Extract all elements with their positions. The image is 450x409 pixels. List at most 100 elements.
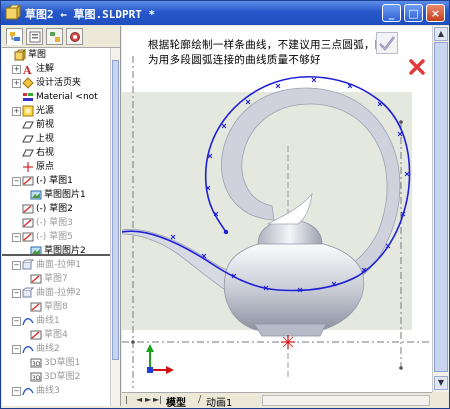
design-binder-icon (22, 77, 34, 89)
feature-tree-item[interactable]: − (-) 草图1 (2, 174, 110, 188)
part-document-icon (5, 5, 21, 21)
feature-tree-item[interactable]: 草图图片1 (2, 188, 110, 202)
feature-tree-item[interactable]: 草图4 (2, 328, 110, 342)
sketch-3d-icon: 3D (30, 372, 42, 382)
scrollbar-corner (432, 392, 449, 408)
graphics-vertical-scrollbar[interactable]: ▲ ▼ (432, 26, 449, 392)
collapse-icon[interactable]: − (12, 387, 21, 396)
sketch-scene (122, 56, 432, 388)
first-tab-button[interactable]: |◄ (125, 395, 133, 408)
feature-tree-item[interactable]: Material <not (2, 90, 110, 104)
origin-marker (281, 335, 295, 349)
sketch-point (131, 340, 135, 344)
spline-endpoint[interactable] (223, 229, 229, 235)
feature-tree-label: (-) 草图3 (36, 218, 73, 228)
feature-manager-panel: 草图 + A 注解 + 设计活页夹 Material <not + 光源 前视 上视 右视 原点 − (-)… (2, 26, 121, 406)
feature-tree-item[interactable]: 草图 (2, 48, 110, 62)
confirm-ok-button[interactable] (376, 32, 398, 54)
tab-configuration-manager[interactable] (46, 28, 63, 45)
collapse-icon[interactable]: − (12, 345, 21, 354)
tab-model[interactable]: 模型 (166, 394, 186, 408)
feature-tree-item[interactable]: 右视 (2, 146, 110, 160)
surface-extrude-icon (22, 259, 34, 270)
feature-tree-item[interactable]: 3D 3D草图1 (2, 356, 110, 370)
tab-property-manager[interactable] (26, 28, 43, 45)
scroll-down-arrow[interactable]: ▼ (434, 376, 448, 390)
feature-tree-label: 右视 (36, 148, 55, 158)
feature-tree-item[interactable]: − 曲线3 (2, 384, 110, 398)
configuration-icon (50, 32, 60, 42)
feature-tree-label: 前视 (36, 120, 55, 130)
svg-text:A: A (22, 64, 32, 75)
maximize-button[interactable]: □ (404, 4, 423, 22)
sketch-icon (30, 274, 42, 284)
display-icon (70, 32, 80, 42)
feature-tree-label: 设计活页夹 (36, 78, 82, 88)
last-tab-button[interactable]: ►| (153, 395, 162, 405)
teapot-body (223, 239, 364, 331)
svg-text:3D: 3D (32, 361, 41, 368)
feature-tree-label: 草图4 (44, 330, 68, 340)
feature-tree-label: Material <not (36, 92, 98, 102)
feature-tree-item[interactable]: (-) 草图3 (2, 216, 110, 230)
feature-tree-item[interactable]: − 曲线2 (2, 342, 110, 356)
tab-animation1[interactable]: 动画1 (206, 394, 232, 408)
feature-tree-item[interactable]: 原点 (2, 160, 110, 174)
tab-display-manager[interactable] (66, 28, 83, 45)
feature-tree-item[interactable]: 前视 (2, 118, 110, 132)
curve-icon (22, 346, 34, 354)
close-button[interactable]: × (426, 4, 445, 22)
feature-tree-label: 曲面-拉伸2 (36, 288, 81, 298)
material-icon (23, 93, 33, 101)
feature-tree-label: (-) 草图2 (36, 204, 73, 214)
feature-tree-item[interactable]: 草图8 (2, 300, 110, 314)
confirm-cancel-button[interactable] (406, 56, 428, 78)
feature-tree-item[interactable]: 草图7 (2, 272, 110, 286)
scrollbar-thumb[interactable] (112, 60, 119, 360)
feature-tree-scrollbar[interactable] (110, 48, 120, 406)
expand-icon[interactable]: + (12, 65, 21, 74)
feature-tree-item[interactable]: − (-) 草图5 (2, 230, 110, 244)
check-icon (376, 32, 398, 54)
feature-tree: 草图 + A 注解 + 设计活页夹 Material <not + 光源 前视 上视 右视 原点 − (-)… (2, 48, 110, 406)
tab-feature-manager[interactable] (6, 28, 23, 45)
scroll-up-arrow[interactable]: ▲ (434, 27, 448, 41)
feature-tree-label: 草图 (28, 50, 47, 60)
feature-tree-label: 上视 (36, 134, 55, 144)
feature-tree-label: 曲面-拉伸1 (36, 260, 81, 270)
feature-tree-item[interactable]: (-) 草图2 (2, 202, 110, 216)
feature-tree-item[interactable]: 3D 3D草图2 (2, 370, 110, 384)
minimize-button[interactable]: _ (382, 4, 401, 22)
collapse-icon[interactable]: − (12, 261, 21, 270)
prev-tab-button[interactable]: ◄ (136, 395, 144, 405)
curve-icon (22, 388, 34, 396)
feature-tree-item[interactable]: + 光源 (2, 104, 110, 118)
window-title: 草图2 ← 草图.SLDPRT * (25, 8, 156, 21)
feature-tree-label: 光源 (36, 106, 55, 116)
feature-tree-item[interactable]: − 曲面-拉伸2 (2, 286, 110, 300)
sketch-point (399, 120, 403, 124)
feature-tree-label: 3D草图1 (44, 358, 81, 368)
expand-icon[interactable]: + (12, 107, 21, 116)
feature-tree-item[interactable]: − 曲面-拉伸1 (2, 258, 110, 272)
sketch-icon (22, 218, 34, 228)
expand-icon[interactable]: + (12, 79, 21, 88)
graphics-horizontal-scrollbar[interactable] (262, 395, 430, 406)
feature-tree-item[interactable]: + 设计活页夹 (2, 76, 110, 90)
graphics-area[interactable]: 根据轮廓绘制一样条曲线，不建议用三点圆弧，因为用多段圆弧连接的曲线质量不够好 (122, 26, 432, 392)
rollback-bar[interactable] (2, 254, 110, 256)
x-icon (409, 59, 425, 75)
feature-tree-item[interactable]: − 曲线1 (2, 314, 110, 328)
feature-tree-item[interactable]: 上视 (2, 132, 110, 146)
collapse-icon[interactable]: − (12, 177, 21, 186)
origin-icon (23, 162, 33, 172)
collapse-icon[interactable]: − (12, 233, 21, 242)
scrollbar-thumb[interactable] (434, 42, 448, 372)
next-tab-button[interactable]: ► (145, 395, 153, 405)
collapse-icon[interactable]: − (12, 317, 21, 326)
sketch-icon (22, 204, 34, 214)
feature-tree-label: (-) 草图5 (36, 232, 73, 242)
title-bar[interactable]: 草图2 ← 草图.SLDPRT * _ □ × (1, 1, 449, 25)
collapse-icon[interactable]: − (12, 289, 21, 298)
feature-tree-item[interactable]: + A 注解 (2, 62, 110, 76)
